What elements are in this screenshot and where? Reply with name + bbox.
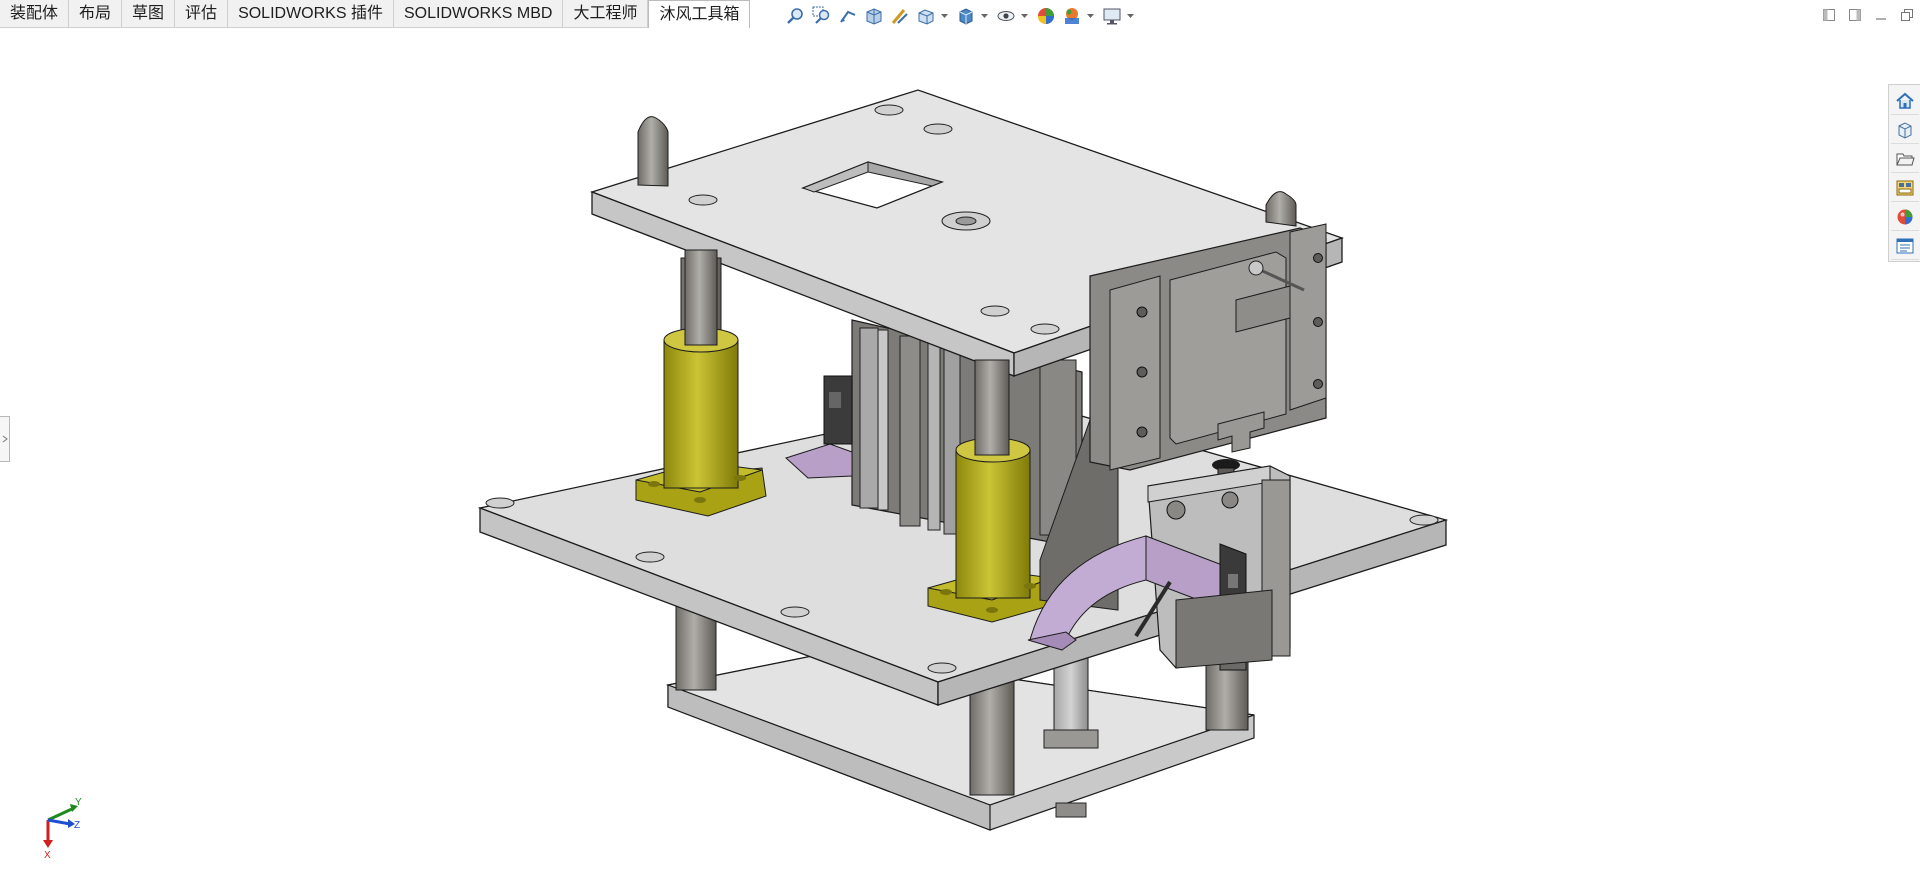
triad-z-axis — [47, 818, 71, 826]
coordinate-triad: X Y Z — [43, 797, 82, 861]
left-sensor-bracket — [785, 375, 853, 479]
triad-y-label: Y — [75, 797, 82, 808]
triad-x-label: X — [44, 850, 51, 861]
triad-z-label: Z — [74, 820, 80, 831]
triad-y-axis — [47, 806, 75, 822]
left-guide-column — [635, 249, 767, 517]
graphics-area[interactable]: X Y Z — [0, 0, 1920, 881]
